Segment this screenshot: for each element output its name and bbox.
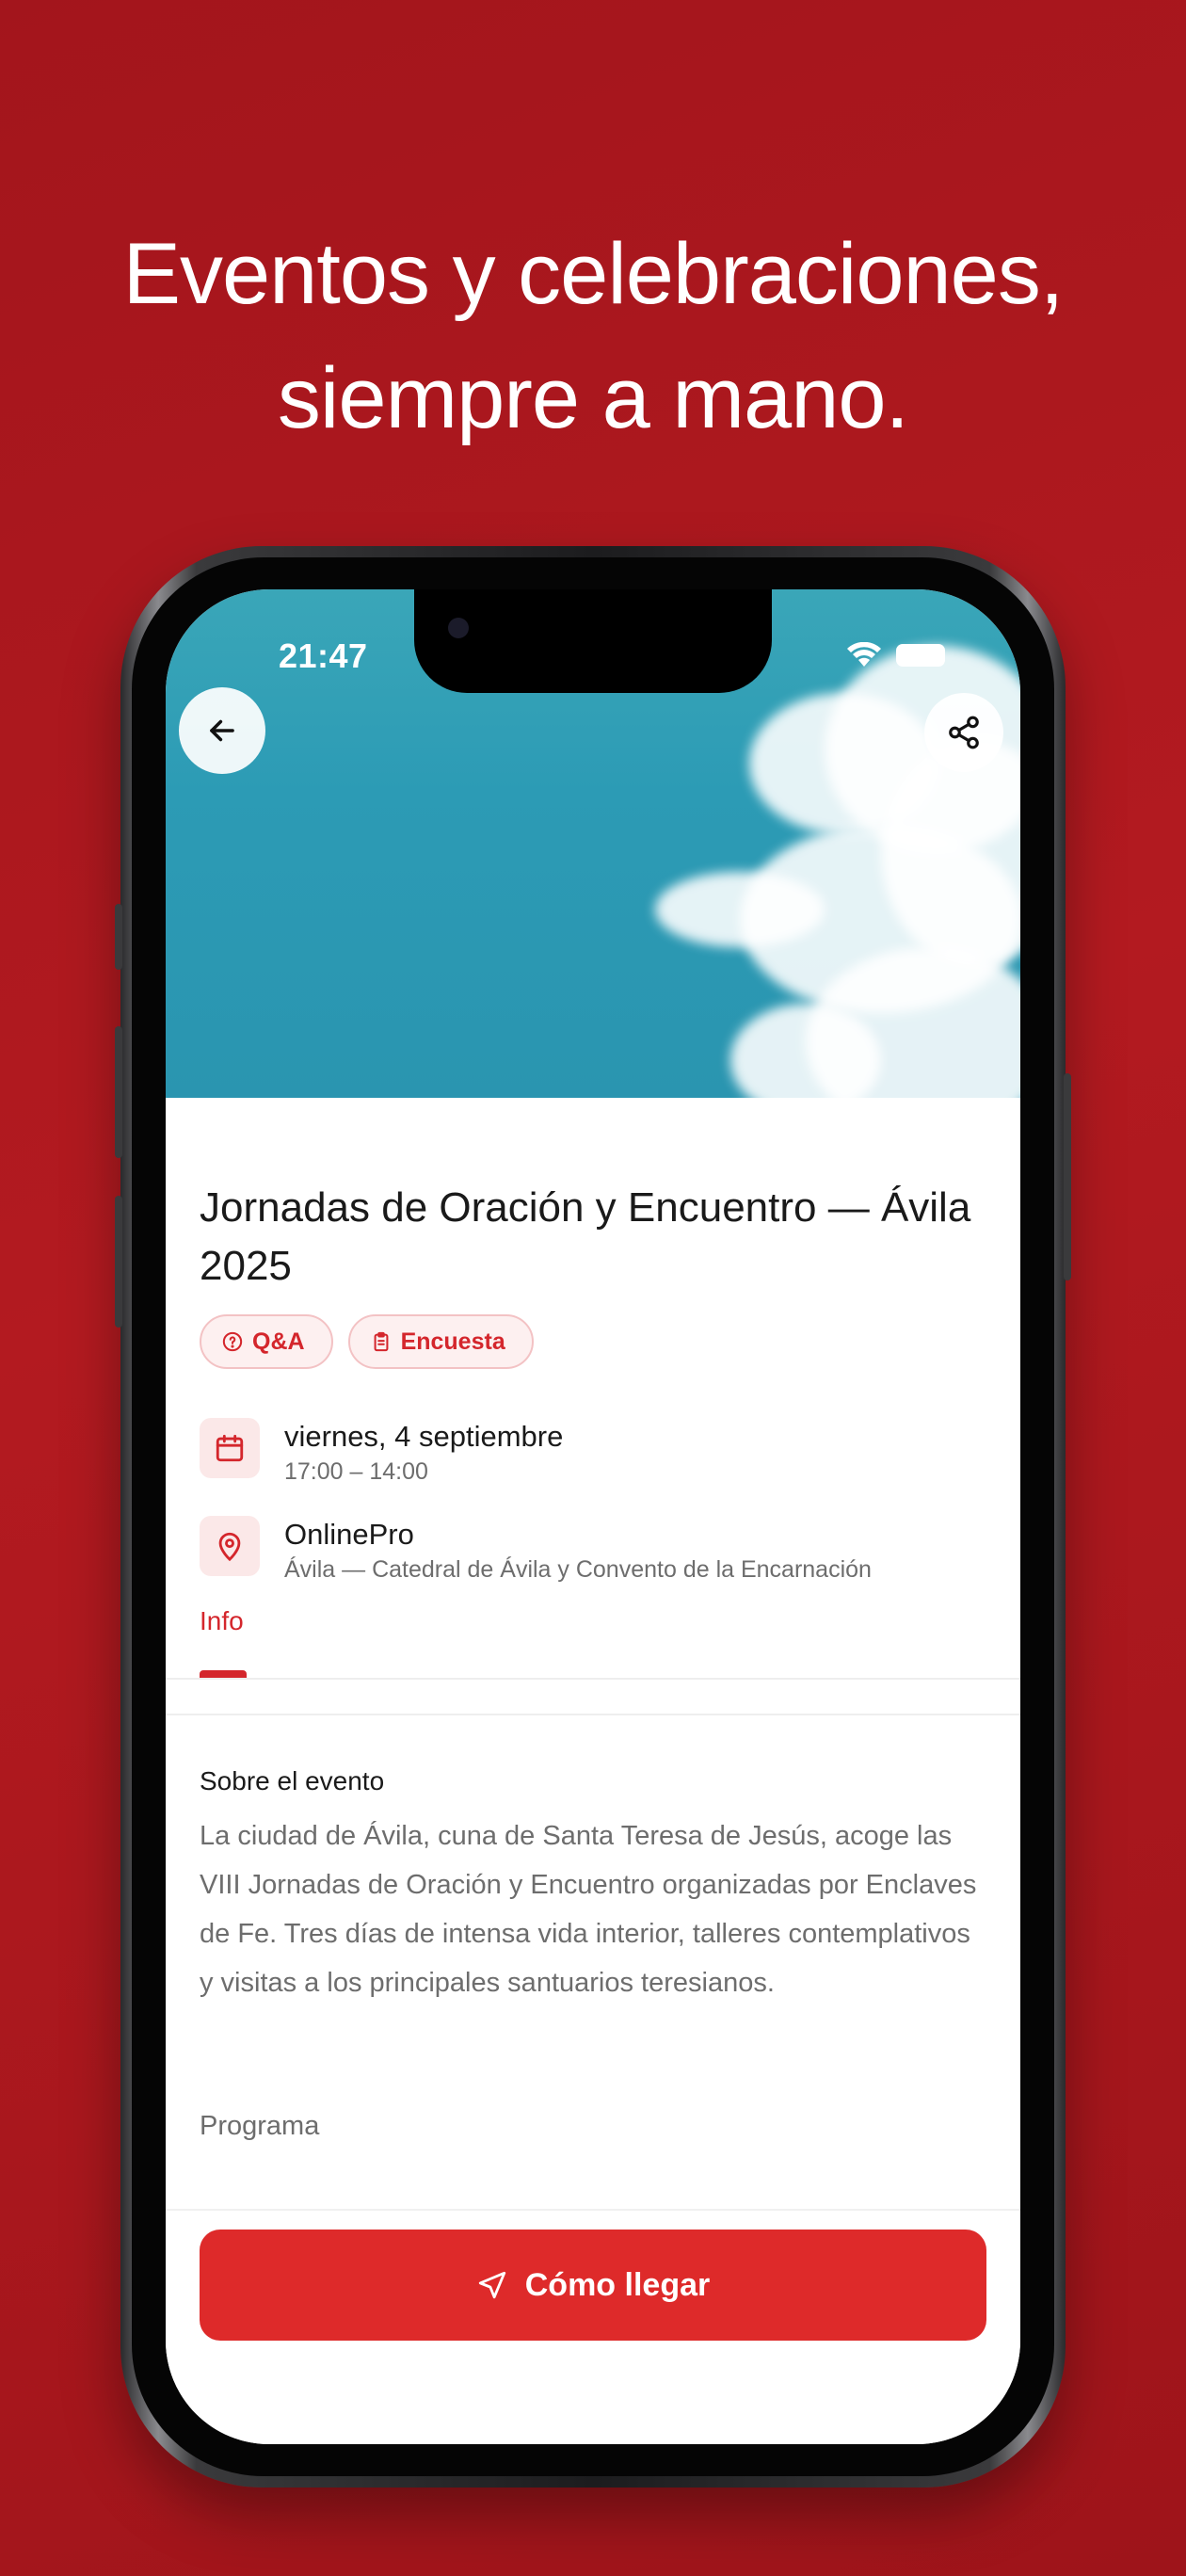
mute-switch bbox=[115, 904, 122, 970]
tab-active-indicator bbox=[200, 1670, 247, 1678]
navigation-arrow-icon bbox=[478, 2271, 505, 2299]
event-venue: OnlinePro bbox=[284, 1518, 414, 1551]
about-description: La ciudad de Ávila, cuna de Santa Teresa… bbox=[200, 1821, 977, 1998]
about-title: Sobre el evento bbox=[200, 1766, 385, 1795]
front-camera bbox=[448, 618, 469, 638]
headline-line-2: siempre a mano. bbox=[277, 350, 909, 446]
date-icon-box bbox=[200, 1418, 260, 1478]
volume-up-button bbox=[115, 1026, 122, 1158]
phone-frame: 21:47 Jornadas de Oración y Encuentro — … bbox=[115, 546, 1071, 2487]
tag-survey[interactable]: Encuesta bbox=[347, 1314, 534, 1369]
share-icon bbox=[949, 716, 979, 749]
question-circle-icon bbox=[222, 1331, 243, 1352]
arrow-left-icon bbox=[210, 719, 234, 742]
back-button[interactable] bbox=[179, 687, 265, 774]
volume-down-button bbox=[115, 1196, 122, 1328]
power-button bbox=[1064, 1073, 1071, 1280]
event-address: Ávila — Catedral de Ávila y Convento de … bbox=[284, 1556, 872, 1583]
app-screen: 21:47 Jornadas de Oración y Encuentro — … bbox=[166, 589, 1020, 2444]
event-location-row: OnlinePro Ávila — Catedral de Ávila y Co… bbox=[200, 1516, 872, 1586]
headline-line-1: Eventos y celebraciones, bbox=[122, 226, 1065, 322]
directions-button[interactable]: Cómo llegar bbox=[200, 2230, 986, 2341]
event-date: viernes, 4 septiembre bbox=[284, 1420, 564, 1453]
section-divider bbox=[166, 1714, 1020, 1715]
wifi-icon bbox=[847, 642, 881, 667]
tag-qa-label: Q&A bbox=[252, 1328, 305, 1355]
clipboard-icon bbox=[374, 1331, 388, 1352]
battery-icon bbox=[896, 644, 945, 667]
tag-qa[interactable]: Q&A bbox=[200, 1314, 333, 1369]
event-title: Jornadas de Oración y Encuentro — Ávila … bbox=[200, 1184, 971, 1289]
notch bbox=[414, 589, 772, 693]
directions-button-label: Cómo llegar bbox=[524, 2266, 711, 2303]
map-pin-icon bbox=[218, 1532, 241, 1562]
headline: Eventos y celebraciones, siempre a mano. bbox=[0, 212, 1186, 460]
tabs-divider bbox=[166, 1678, 1020, 1680]
location-icon-box bbox=[200, 1516, 260, 1576]
tab-info[interactable]: Info bbox=[200, 1606, 244, 1636]
event-date-row: viernes, 4 septiembre 17:00 – 14:00 bbox=[200, 1418, 563, 1488]
status-time: 21:47 bbox=[279, 636, 368, 675]
calendar-icon bbox=[216, 1434, 244, 1462]
status-icons bbox=[845, 642, 945, 668]
event-tags: Q&A Encuesta bbox=[200, 1314, 534, 1369]
tag-survey-label: Encuesta bbox=[400, 1328, 505, 1355]
share-button[interactable] bbox=[924, 693, 1003, 772]
event-time: 17:00 – 14:00 bbox=[284, 1458, 428, 1485]
program-heading: Programa bbox=[200, 2111, 320, 2141]
